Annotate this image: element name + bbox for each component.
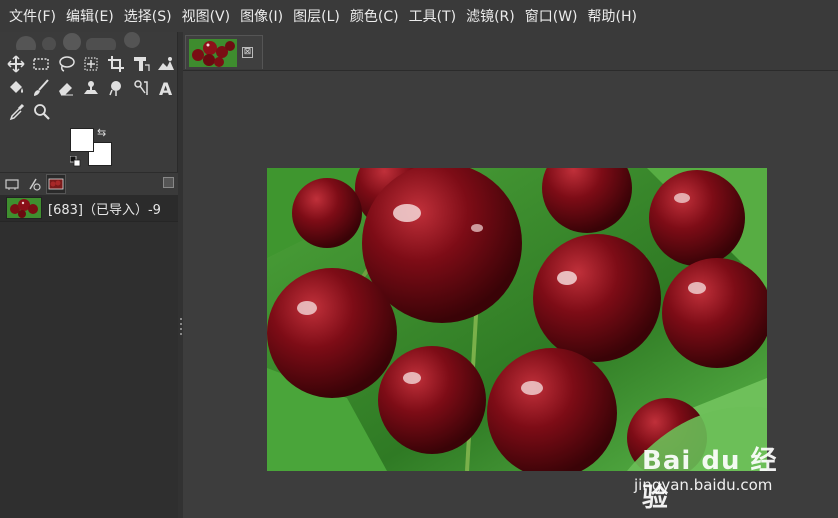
smudge-tool-icon[interactable]	[103, 76, 128, 100]
warp-tool-icon[interactable]	[153, 52, 178, 76]
text-tool-icon[interactable]: A	[153, 76, 178, 100]
crop-tool-icon[interactable]	[103, 52, 128, 76]
paintbrush-tool-icon[interactable]	[29, 76, 54, 100]
menu-layer[interactable]: 图层(L)	[288, 6, 345, 26]
left-dock: A ⇆ [683]（已导入）-9	[0, 32, 178, 518]
image-tab-bar: ⊠	[183, 32, 838, 71]
menu-help[interactable]: 帮助(H)	[583, 6, 642, 26]
color-picker-tool-icon[interactable]	[4, 100, 29, 124]
layers-panel: [683]（已导入）-9	[0, 195, 178, 518]
toolbox: A	[4, 52, 178, 124]
rect-select-tool-icon[interactable]	[29, 52, 54, 76]
image-window: ⊠ Bai du 经验 jingyan.baidu.com	[183, 32, 838, 518]
image-tab[interactable]: ⊠	[185, 35, 263, 69]
bucket-fill-tool-icon[interactable]	[4, 76, 29, 100]
menu-file[interactable]: 文件(F)	[4, 6, 61, 26]
menu-colors[interactable]: 颜色(C)	[345, 6, 404, 26]
transform-tool-icon[interactable]	[128, 52, 153, 76]
image-canvas[interactable]	[267, 168, 767, 471]
menu-view[interactable]: 视图(V)	[177, 6, 236, 26]
wilber-logo-strip	[4, 32, 174, 50]
layer-thumbnail	[6, 197, 42, 219]
dock-menu-button[interactable]	[163, 177, 174, 188]
free-select-tool-icon[interactable]	[54, 52, 79, 76]
menu-filters[interactable]: 滤镜(R)	[461, 6, 520, 26]
menu-image[interactable]: 图像(I)	[235, 6, 288, 26]
default-colors-icon[interactable]	[69, 152, 81, 167]
dodge-burn-tool-icon[interactable]	[128, 76, 153, 100]
svg-text:A: A	[159, 80, 173, 97]
foreground-color-swatch[interactable]	[70, 128, 94, 152]
splitter-grip	[180, 318, 182, 320]
clone-tool-icon[interactable]	[79, 76, 104, 100]
menu-tools[interactable]: 工具(T)	[404, 6, 461, 26]
zoom-tool-icon[interactable]	[29, 100, 54, 124]
menu-edit[interactable]: 编辑(E)	[61, 6, 119, 26]
image-tab-thumbnail	[189, 39, 237, 67]
close-tab-icon[interactable]: ⊠	[242, 47, 253, 58]
layer-name: [683]（已导入）-9	[48, 202, 161, 218]
eraser-tool-icon[interactable]	[54, 76, 79, 100]
fuzzy-select-tool-icon[interactable]	[79, 52, 104, 76]
splitter-grip	[180, 328, 182, 330]
splitter-grip	[180, 323, 182, 325]
splitter-grip	[180, 333, 182, 335]
menu-select[interactable]: 选择(S)	[119, 6, 177, 26]
swap-colors-icon[interactable]: ⇆	[97, 126, 106, 139]
layer-row[interactable]: [683]（已导入）-9	[0, 195, 178, 222]
move-tool-icon[interactable]	[4, 52, 29, 76]
fg-bg-color-selector: ⇆	[69, 126, 114, 168]
menu-windows[interactable]: 窗口(W)	[520, 6, 583, 26]
canvas-area[interactable]	[183, 71, 838, 518]
menubar: 文件(F) 编辑(E) 选择(S) 视图(V) 图像(I) 图层(L) 颜色(C…	[0, 0, 838, 32]
layers-tab-icon[interactable]	[46, 174, 66, 194]
device-status-tab-icon[interactable]	[24, 174, 44, 194]
tool-options-tab-icon[interactable]	[2, 174, 22, 194]
dock-tab-bar	[0, 172, 178, 196]
